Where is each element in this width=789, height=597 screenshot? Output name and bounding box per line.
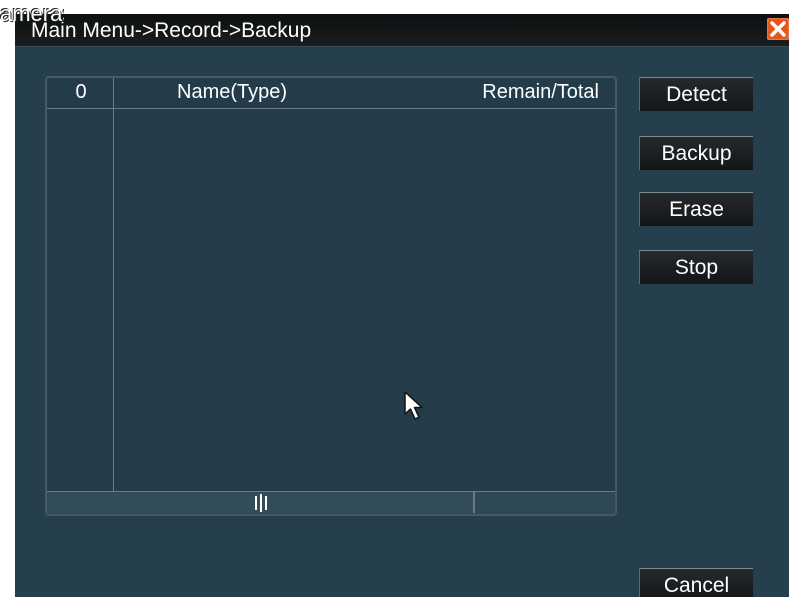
column-header-name: Name(Type) <box>177 81 288 103</box>
column-header-check[interactable]: 0 <box>47 81 115 104</box>
device-list[interactable]: 0 Name(Type) Remain/Total <box>45 76 617 516</box>
cancel-button[interactable]: Cancel <box>639 568 753 597</box>
list-header: 0 Name(Type) Remain/Total <box>47 78 615 109</box>
mouse-pointer-icon <box>404 391 423 420</box>
list-body[interactable] <box>47 109 615 493</box>
backup-button[interactable]: Backup <box>639 136 753 170</box>
close-button[interactable] <box>767 18 789 40</box>
close-x-icon <box>770 21 786 37</box>
title-bar: Main Menu->Record->Backup <box>15 14 789 47</box>
window-title: Main Menu->Record->Backup <box>31 19 312 42</box>
scrollbar-thumb[interactable] <box>47 492 475 513</box>
detect-button[interactable]: Detect <box>639 77 753 111</box>
horizontal-scrollbar[interactable] <box>47 491 615 514</box>
backup-window: Main Menu->Record->Backup 0 Name(Type) R… <box>15 14 789 597</box>
watermark-text: ameras <box>0 1 64 26</box>
column-header-remain-total: Remain/Total <box>482 81 599 103</box>
grip-icon <box>255 494 267 512</box>
erase-button[interactable]: Erase <box>639 192 753 226</box>
stop-button[interactable]: Stop <box>639 250 753 284</box>
